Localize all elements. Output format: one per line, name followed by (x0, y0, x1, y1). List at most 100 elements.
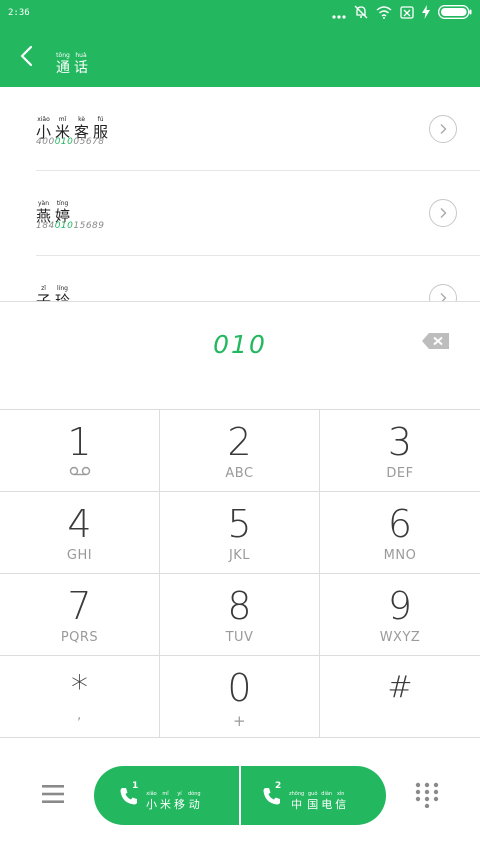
battery-icon (438, 4, 472, 23)
key-9[interactable]: 9 WXYZ (320, 574, 480, 656)
label-char: 米 (160, 798, 171, 811)
voicemail-icon (0, 465, 159, 480)
number-match: 010 (54, 137, 74, 147)
contact-name: yàn 燕 tíng 婷 (36, 190, 74, 225)
title-char: 通 (56, 60, 70, 76)
key-6[interactable]: 6 MNO (320, 492, 480, 574)
key-0[interactable]: 0 + (160, 656, 320, 738)
number-prefix: 400 (36, 137, 55, 147)
key-3[interactable]: 3 DEF (320, 410, 480, 492)
page-title: tōng 通 huà 话 (56, 42, 92, 77)
chevron-right-icon (440, 124, 447, 134)
contact-item[interactable]: xiǎo 小 mǐ 米 kè 客 fú 服 40001005678 (0, 87, 480, 171)
key-letters: DEF (386, 466, 414, 481)
sim-number: 2 (275, 780, 282, 791)
title-pinyin: tōng (56, 52, 70, 59)
chevron-right-icon (440, 208, 447, 218)
label-char: 信 (335, 798, 347, 811)
label-pinyin: xìn (336, 791, 345, 797)
key-1[interactable]: 1 (0, 410, 160, 492)
contact-item[interactable]: yàn 燕 tíng 婷 18401015689 (0, 171, 480, 255)
number-prefix: 184 (36, 221, 55, 231)
call-sim2-button[interactable]: 2 zhōng 中 guó 国 diàn 电 xìn 信 (241, 766, 386, 825)
contact-item[interactable]: zǐ 子 líng 玲 (0, 256, 480, 301)
key-letters: GHI (66, 548, 93, 563)
number-suffix: 05678 (73, 137, 105, 147)
label-pinyin: xiǎo (146, 791, 157, 797)
contact-name: zǐ 子 líng 玲 (36, 275, 74, 301)
label-pinyin: guó (308, 791, 318, 797)
call-sim1-button[interactable]: 1 xiǎo 小 mǐ 米 yí 移 dòng 动 (94, 766, 239, 825)
phone-sim1-icon: 1 (118, 781, 140, 807)
chevron-right-icon (440, 293, 447, 301)
status-icons (332, 4, 472, 22)
number-match: 010 (54, 221, 74, 231)
key-letters: ABC (225, 466, 254, 481)
key-digit: 4 (67, 502, 92, 546)
label-pinyin: zhōng (289, 791, 305, 797)
status-bar: 2:36 (0, 0, 480, 26)
keypad-toggle-icon[interactable] (414, 782, 440, 809)
contact-detail-button[interactable] (429, 199, 457, 227)
key-digit: 8 (227, 584, 252, 628)
name-char: 玲 (55, 292, 71, 302)
key-letters: JKL (228, 548, 251, 563)
no-sim-icon (400, 4, 414, 23)
number-suffix: 15689 (73, 221, 105, 231)
dialed-number: 010 (213, 330, 267, 359)
key-digit: 9 (387, 584, 413, 628)
call-buttons-pill: 1 xiǎo 小 mǐ 米 yí 移 dòng 动 2 zhōng 中 guó 国 diàn 电 xìn 信 (94, 766, 386, 825)
label-char: 国 (307, 798, 319, 811)
key-star[interactable]: * , (0, 656, 160, 738)
key-7[interactable]: 7 PQRS (0, 574, 160, 656)
wifi-icon (376, 4, 392, 23)
key-digit: # (387, 670, 413, 705)
backspace-icon[interactable] (420, 330, 452, 352)
sim1-carrier-label: xiǎo 小 mǐ 米 yí 移 dòng 动 (146, 780, 204, 811)
phone-sim2-icon: 2 (261, 781, 283, 807)
app-bar: tōng 通 huà 话 (0, 26, 480, 87)
status-time: 2:36 (8, 8, 30, 18)
key-letters: TUV (225, 630, 254, 645)
title-pinyin: huà (75, 52, 87, 59)
key-letters: PQRS (60, 630, 99, 645)
contact-number: 40001005678 (36, 137, 105, 147)
back-arrow-icon[interactable] (16, 42, 40, 70)
label-char: 动 (188, 798, 200, 811)
key-digit: 3 (387, 420, 413, 464)
label-pinyin: yí (177, 791, 182, 797)
key-8[interactable]: 8 TUV (160, 574, 320, 656)
menu-icon[interactable] (40, 782, 66, 806)
bottom-call-bar: 1 xiǎo 小 mǐ 米 yí 移 dòng 动 2 zhōng 中 guó 国 diàn 电 xìn 信 (0, 738, 480, 853)
label-pinyin: mǐ (162, 791, 169, 797)
key-2[interactable]: 2 ABC (160, 410, 320, 492)
dial-keypad: 1 2 ABC 3 DEF 4 GHI 5 JKL 6 MNO 7 PQRS 8… (0, 409, 480, 739)
key-digit: * (71, 668, 88, 708)
sim2-carrier-label: zhōng 中 guó 国 diàn 电 xìn 信 (289, 780, 349, 811)
label-pinyin: diàn (321, 791, 333, 797)
title-char: 话 (74, 60, 88, 76)
contact-name: xiǎo 小 mǐ 米 kè 客 fú 服 (36, 106, 112, 141)
label-pinyin: dòng (188, 791, 201, 797)
contact-detail-button[interactable] (429, 115, 457, 143)
key-5[interactable]: 5 JKL (160, 492, 320, 574)
key-4[interactable]: 4 GHI (0, 492, 160, 574)
key-digit: 1 (67, 420, 92, 464)
key-digit: 5 (227, 502, 252, 546)
key-digit: 2 (227, 420, 252, 464)
contact-detail-button[interactable] (429, 284, 457, 301)
label-char: 移 (174, 798, 185, 811)
contact-suggestions-list: xiǎo 小 mǐ 米 kè 客 fú 服 40001005678 yàn 燕 tíng 婷 184… (0, 87, 480, 301)
charging-bolt-icon (422, 4, 430, 23)
key-digit: 7 (67, 584, 92, 628)
more-dots-icon (332, 4, 346, 23)
key-hash[interactable]: # (320, 656, 480, 738)
key-letters: + (232, 712, 247, 730)
sim-number: 1 (132, 780, 139, 791)
key-letters: MNO (383, 548, 417, 563)
key-letters: WXYZ (379, 630, 421, 645)
label-char: 中 (291, 798, 303, 811)
label-char: 电 (321, 798, 333, 811)
key-letters: , (77, 708, 82, 723)
contact-number: 18401015689 (36, 221, 105, 231)
